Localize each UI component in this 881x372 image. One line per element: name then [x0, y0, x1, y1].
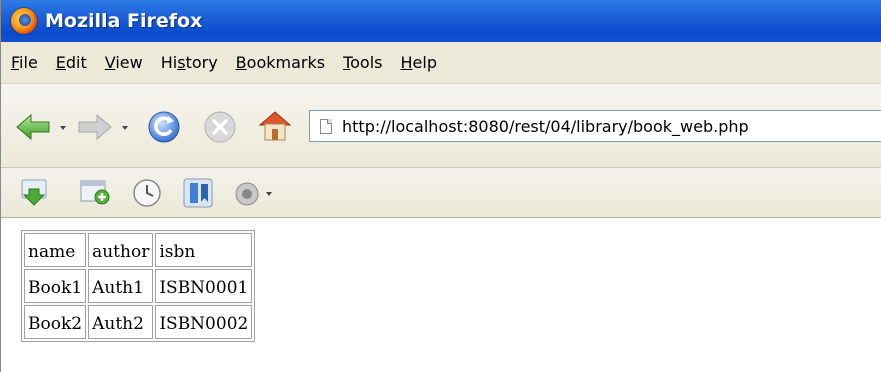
- page-icon: [320, 118, 332, 134]
- table-header-row: name author isbn: [24, 233, 253, 267]
- menu-bookmarks[interactable]: Bookmarks: [236, 53, 325, 72]
- table-row: Book1 Auth1 ISBN0001: [24, 269, 253, 303]
- menu-bar: File Edit View History Bookmarks Tools H…: [1, 42, 881, 84]
- browser-window: Mozilla Firefox File Edit View History B…: [0, 0, 881, 372]
- menu-history[interactable]: History: [161, 53, 218, 72]
- back-dropdown-icon[interactable]: [60, 126, 66, 130]
- url-text[interactable]: http://localhost:8080/rest/04/library/bo…: [342, 117, 749, 136]
- books-table: name author isbn Book1 Auth1 ISBN0001 Bo…: [21, 230, 256, 342]
- table-header-cell: isbn: [155, 233, 253, 267]
- table-cell: Book1: [24, 269, 87, 303]
- table-row: Book2 Auth2 ISBN0002: [24, 305, 253, 339]
- menu-view[interactable]: View: [105, 53, 143, 72]
- table-cell: Auth1: [88, 269, 154, 303]
- menu-file[interactable]: File: [11, 53, 38, 72]
- table-cell: Book2: [24, 305, 87, 339]
- reload-icon[interactable]: [147, 110, 181, 144]
- title-bar: Mozilla Firefox: [1, 0, 881, 42]
- back-arrow-icon[interactable]: [15, 112, 51, 142]
- stop-icon[interactable]: [203, 110, 237, 144]
- forward-dropdown-icon[interactable]: [122, 126, 128, 130]
- window-title: Mozilla Firefox: [45, 10, 203, 32]
- firefox-logo-icon: [11, 8, 37, 34]
- download-icon[interactable]: [19, 177, 49, 207]
- table-header-cell: name: [24, 233, 87, 267]
- url-bar[interactable]: http://localhost:8080/rest/04/library/bo…: [309, 110, 881, 142]
- history-clock-icon[interactable]: [131, 177, 163, 209]
- forward-arrow-icon[interactable]: [77, 112, 113, 142]
- extension-globe-icon[interactable]: [233, 180, 261, 208]
- table-cell: Auth2: [88, 305, 154, 339]
- menu-edit[interactable]: Edit: [56, 53, 87, 72]
- menu-tools[interactable]: Tools: [343, 53, 382, 72]
- bookmarks-sidebar-icon[interactable]: [181, 176, 215, 210]
- table-cell: ISBN0001: [155, 269, 253, 303]
- extension-dropdown-icon[interactable]: [266, 192, 272, 196]
- table-cell: ISBN0002: [155, 305, 253, 339]
- menu-help[interactable]: Help: [401, 53, 437, 72]
- new-tab-icon[interactable]: [79, 177, 111, 207]
- table-header-cell: author: [88, 233, 154, 267]
- page-content: name author isbn Book1 Auth1 ISBN0001 Bo…: [1, 218, 881, 372]
- home-icon[interactable]: [257, 108, 293, 142]
